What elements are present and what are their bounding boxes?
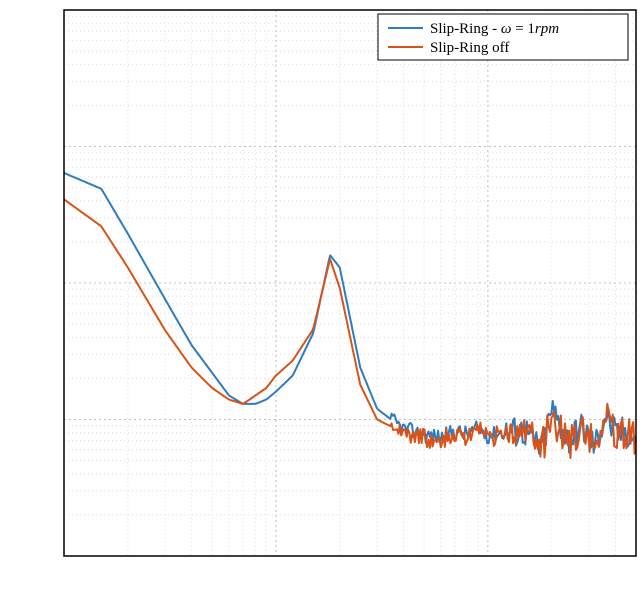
legend-item-0: Slip-Ring - ω = 1rpm [430,21,559,37]
legend-item-1: Slip-Ring off [430,40,509,56]
legend: Slip-Ring - ω = 1rpm Slip-Ring off [378,14,628,60]
series-0 [64,173,636,454]
line-chart: Slip-Ring - ω = 1rpm Slip-Ring off [0,0,644,590]
